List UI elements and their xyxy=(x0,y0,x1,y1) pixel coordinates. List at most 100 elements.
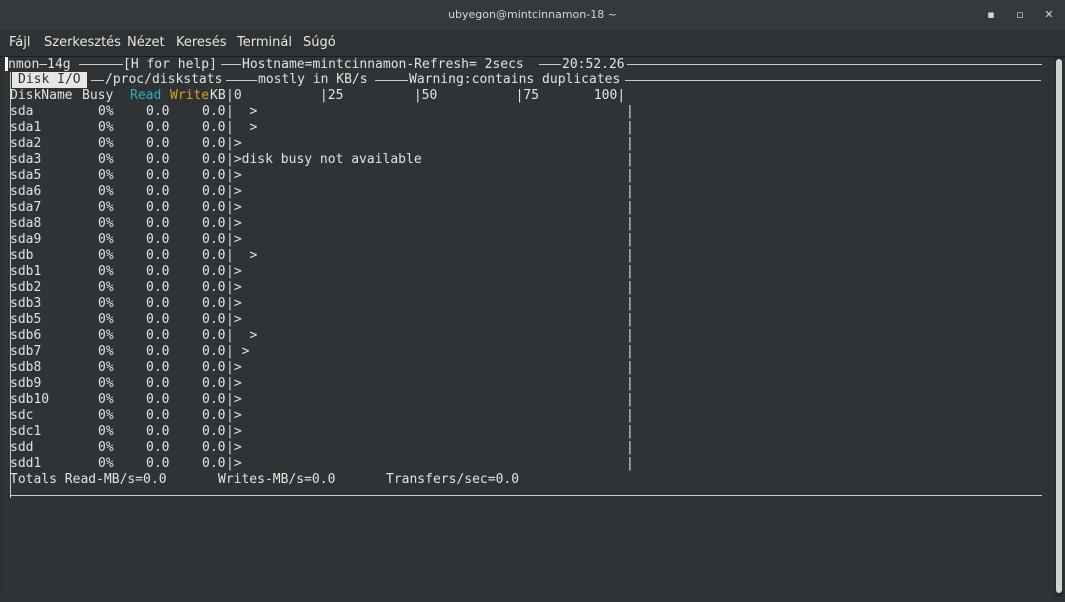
disk-read: 0.0 xyxy=(146,120,170,135)
disk-busy-graph: |> xyxy=(226,360,242,375)
menu-edit[interactable]: Szerkesztés xyxy=(44,30,121,56)
disk-read: 0.0 xyxy=(146,152,170,167)
disk-busy: 0% xyxy=(98,424,114,439)
menu-search[interactable]: Keresés xyxy=(176,30,226,56)
busy-scale: |0 |25 |50 |75 100| xyxy=(226,88,626,103)
disk-read: 0.0 xyxy=(146,264,170,279)
disk-name: sdb7 xyxy=(10,344,42,359)
disk-name: sda9 xyxy=(10,232,42,247)
menu-view[interactable]: Nézet xyxy=(127,30,165,56)
disk-busy: 0% xyxy=(98,344,114,359)
nmon-hostname: Hostname=mintcinnamon-Refresh= 2secs xyxy=(242,57,524,72)
maximize-button[interactable]: ▫ xyxy=(1011,6,1029,24)
panel-rule xyxy=(226,80,257,81)
scrollbar-thumb[interactable] xyxy=(1056,59,1062,593)
disk-write: 0.0 xyxy=(202,264,226,279)
disk-busy-graph: |> xyxy=(226,296,242,311)
disk-read: 0.0 xyxy=(146,392,170,407)
minimize-button[interactable]: ▪ xyxy=(982,6,1000,24)
disk-busy: 0% xyxy=(98,184,114,199)
disk-write: 0.0 xyxy=(202,136,226,151)
disk-busy: 0% xyxy=(98,376,114,391)
disk-write: 0.0 xyxy=(202,296,226,311)
disk-busy: 0% xyxy=(98,296,114,311)
menu-terminal[interactable]: Terminál xyxy=(237,30,292,56)
disk-name: sda1 xyxy=(10,120,42,135)
terminal-area[interactable]: nmon—14g [H for help] Hostname=mintcinna… xyxy=(5,57,1052,598)
disk-write: 0.0 xyxy=(202,248,226,263)
panel-unit: mostly in KB/s xyxy=(258,72,368,87)
totals-transfers: Transfers/sec=0.0 xyxy=(386,472,520,487)
disk-write: 0.0 xyxy=(202,312,226,327)
disk-write: 0.0 xyxy=(202,344,226,359)
disk-name: sdb5 xyxy=(10,312,42,327)
disk-write: 0.0 xyxy=(202,120,226,135)
disk-write: 0.0 xyxy=(202,152,226,167)
disk-name: sdb10 xyxy=(10,392,50,407)
graph-end: | xyxy=(626,136,634,151)
disk-busy: 0% xyxy=(98,168,114,183)
window-titlebar[interactable]: ubyegon@mintcinnamon-18 ~ xyxy=(0,0,1065,30)
disk-busy: 0% xyxy=(98,248,114,263)
menu-help[interactable]: Súgó xyxy=(303,30,336,56)
disk-write: 0.0 xyxy=(202,216,226,231)
disk-busy-graph: |> xyxy=(226,376,242,391)
disk-read: 0.0 xyxy=(146,328,170,343)
disk-name: sdd xyxy=(10,440,34,455)
graph-end: | xyxy=(626,328,634,343)
nmon-help-hint: [H for help] xyxy=(123,57,217,72)
col-kb: KB xyxy=(210,88,226,103)
disk-name: sdb8 xyxy=(10,360,42,375)
disk-busy-graph: |> xyxy=(226,456,242,471)
panel-title: Disk I/O xyxy=(12,72,87,88)
disk-read: 0.0 xyxy=(146,168,170,183)
disk-busy-graph: |> xyxy=(226,216,242,231)
col-busy: Busy xyxy=(82,88,114,103)
disk-busy: 0% xyxy=(98,152,114,167)
header-rule xyxy=(627,64,1042,65)
disk-write: 0.0 xyxy=(202,328,226,343)
graph-end: | xyxy=(626,408,634,423)
close-button[interactable]: ✕ xyxy=(1040,6,1058,24)
graph-end: | xyxy=(626,424,634,439)
graph-end: | xyxy=(626,440,634,455)
disk-busy-graph: |> xyxy=(226,168,242,183)
graph-end: | xyxy=(626,104,634,119)
disk-read: 0.0 xyxy=(146,296,170,311)
disk-read: 0.0 xyxy=(146,456,170,471)
nmon-header-left: nmon—14g xyxy=(8,57,71,72)
col-read: Read xyxy=(130,88,162,103)
disk-read: 0.0 xyxy=(146,216,170,231)
disk-busy-graph: | > xyxy=(226,104,258,119)
disk-name: sdb3 xyxy=(10,296,42,311)
panel-source: /proc/diskstats xyxy=(105,72,223,87)
disk-busy-graph: | > xyxy=(226,344,250,359)
disk-name: sdb xyxy=(10,248,34,263)
menubar: Fájl Szerkesztés Nézet Keresés Terminál … xyxy=(0,30,1065,57)
disk-read: 0.0 xyxy=(146,312,170,327)
disk-busy-graph: |> xyxy=(226,392,242,407)
menu-file[interactable]: Fájl xyxy=(9,30,30,56)
disk-read: 0.0 xyxy=(146,200,170,215)
panel-rule xyxy=(375,80,408,81)
graph-end: | xyxy=(626,456,634,471)
disk-name: sdb9 xyxy=(10,376,42,391)
disk-busy-graph: | > xyxy=(226,120,258,135)
disk-write: 0.0 xyxy=(202,168,226,183)
totals-read: Totals Read-MB/s=0.0 xyxy=(10,472,167,487)
disk-busy-graph: |> xyxy=(226,440,242,455)
graph-end: | xyxy=(626,264,634,279)
disk-write: 0.0 xyxy=(202,392,226,407)
disk-busy: 0% xyxy=(98,312,114,327)
disk-name: sdd1 xyxy=(10,456,42,471)
graph-end: | xyxy=(626,120,634,135)
disk-write: 0.0 xyxy=(202,408,226,423)
disk-read: 0.0 xyxy=(146,280,170,295)
disk-write: 0.0 xyxy=(202,440,226,455)
graph-end: | xyxy=(626,296,634,311)
terminal-scrollbar[interactable] xyxy=(1055,57,1063,597)
disk-busy-graph: |> xyxy=(226,232,242,247)
disk-busy: 0% xyxy=(98,136,114,151)
disk-name: sdb1 xyxy=(10,264,42,279)
disk-name: sda6 xyxy=(10,184,42,199)
